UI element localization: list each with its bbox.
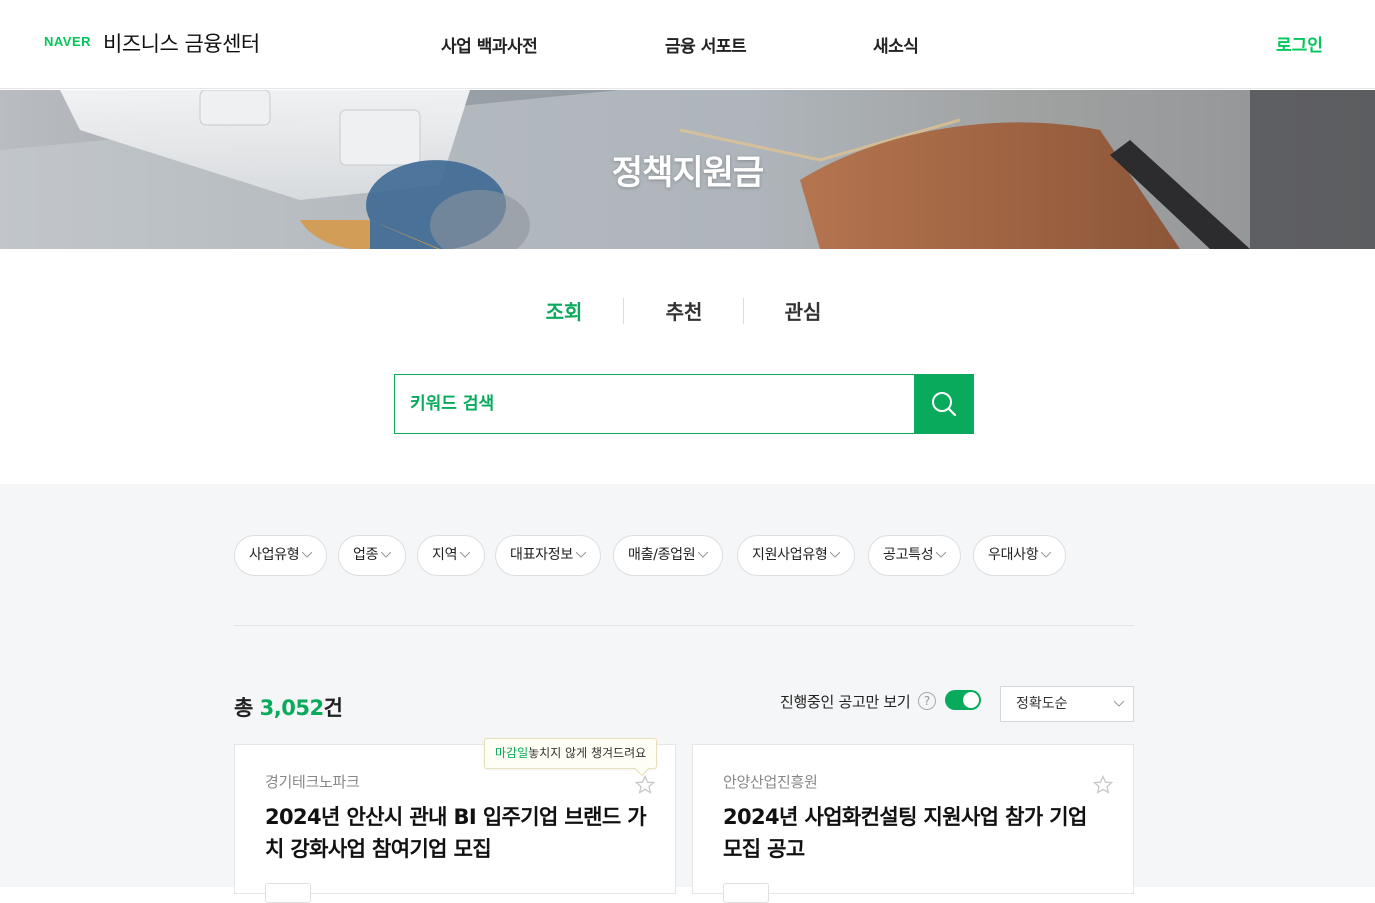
filter-label: 업종 bbox=[353, 547, 379, 563]
filter-label: 대표자정보 bbox=[510, 547, 573, 563]
section-divider bbox=[234, 625, 1134, 626]
ongoing-only-label: 진행중인 공고만 보기 bbox=[780, 693, 911, 711]
card-organization: 경기테크노파크 bbox=[265, 773, 360, 791]
filter-representative-info[interactable]: 대표자정보 bbox=[495, 535, 601, 576]
star-icon[interactable] bbox=[635, 775, 655, 795]
filter-label: 우대사항 bbox=[988, 547, 1039, 563]
card-tag bbox=[723, 883, 769, 903]
nav-business-encyclopedia[interactable]: 사업 백과사전 bbox=[441, 32, 538, 57]
view-tabs: 조회 추천 관심 bbox=[504, 296, 870, 326]
nav-news[interactable]: 새소식 bbox=[873, 32, 919, 57]
tooltip-highlight: 마감일 bbox=[495, 746, 529, 760]
tooltip-text: 놓치지 않게 챙겨드려요 bbox=[528, 746, 647, 760]
filter-business-type[interactable]: 사업유형 bbox=[234, 535, 328, 576]
ongoing-only-toggle[interactable] bbox=[945, 690, 981, 710]
search-button[interactable] bbox=[914, 374, 974, 434]
sort-select[interactable]: 정확도순 bbox=[1000, 686, 1134, 722]
filter-label: 사업유형 bbox=[249, 547, 300, 563]
star-icon[interactable] bbox=[1093, 775, 1113, 795]
total-suffix: 건 bbox=[323, 696, 343, 720]
filter-label: 공고특성 bbox=[883, 547, 934, 563]
card-title[interactable]: 2024년 안산시 관내 BI 입주기업 브랜드 가치 강화사업 참여기업 모집 bbox=[265, 801, 650, 865]
search-icon bbox=[932, 392, 957, 417]
toggle-knob bbox=[963, 692, 979, 708]
chevron-down-icon bbox=[698, 552, 709, 558]
chevron-down-icon bbox=[381, 552, 392, 558]
notice-card[interactable]: 안양산업진흥원 2024년 사업화컨설팅 지원사업 참가 기업 모집 공고 bbox=[692, 744, 1134, 903]
filter-notice-features[interactable]: 공고특성 bbox=[868, 535, 962, 576]
top-header: NAVER 비즈니스 금융센터 사업 백과사전 금융 서포트 새소식 로그인 bbox=[0, 0, 1375, 89]
card-tag bbox=[265, 883, 311, 903]
hero-title: 정책지원금 bbox=[611, 153, 764, 193]
total-prefix: 총 bbox=[234, 696, 260, 720]
filter-industry[interactable]: 업종 bbox=[338, 535, 407, 576]
filter-region[interactable]: 지역 bbox=[417, 535, 486, 576]
filter-support-type[interactable]: 지원사업유형 bbox=[737, 535, 856, 576]
tab-search[interactable]: 조회 bbox=[504, 296, 624, 325]
chevron-down-icon bbox=[936, 552, 947, 558]
results-total: 총 3,052건 bbox=[234, 692, 343, 722]
service-title[interactable]: 비즈니스 금융센터 bbox=[103, 28, 260, 58]
filter-label: 지원사업유형 bbox=[752, 547, 828, 563]
sort-selected-value: 정확도순 bbox=[1016, 696, 1068, 712]
filter-preferences[interactable]: 우대사항 bbox=[973, 535, 1067, 576]
chevron-down-icon bbox=[302, 552, 313, 558]
chevron-down-icon bbox=[575, 552, 586, 558]
filter-sales-employees[interactable]: 매출/종업원 bbox=[613, 535, 724, 576]
total-count: 3,052 bbox=[259, 696, 324, 720]
hero-banner: 정책지원금 bbox=[0, 90, 1375, 249]
search-input[interactable] bbox=[395, 375, 915, 433]
nav-finance-support[interactable]: 금융 서포트 bbox=[665, 32, 747, 57]
card-organization: 안양산업진흥원 bbox=[723, 773, 818, 791]
tab-favorites[interactable]: 관심 bbox=[743, 296, 863, 325]
tab-recommend[interactable]: 추천 bbox=[624, 296, 744, 325]
chevron-down-icon bbox=[1041, 552, 1052, 558]
card-title[interactable]: 2024년 사업화컨설팅 지원사업 참가 기업 모집 공고 bbox=[723, 801, 1108, 865]
search-bar bbox=[394, 374, 974, 434]
chevron-down-icon bbox=[1113, 700, 1125, 707]
naver-logo[interactable]: NAVER bbox=[44, 34, 91, 49]
deadline-tooltip: 마감일놓치지 않게 챙겨드려요 bbox=[484, 738, 658, 777]
login-link[interactable]: 로그인 bbox=[1276, 31, 1323, 56]
chevron-down-icon bbox=[460, 552, 471, 558]
filter-label: 매출/종업원 bbox=[628, 547, 696, 563]
filter-label: 지역 bbox=[432, 547, 458, 563]
chevron-down-icon bbox=[830, 552, 841, 558]
help-icon[interactable]: ? bbox=[918, 692, 936, 710]
